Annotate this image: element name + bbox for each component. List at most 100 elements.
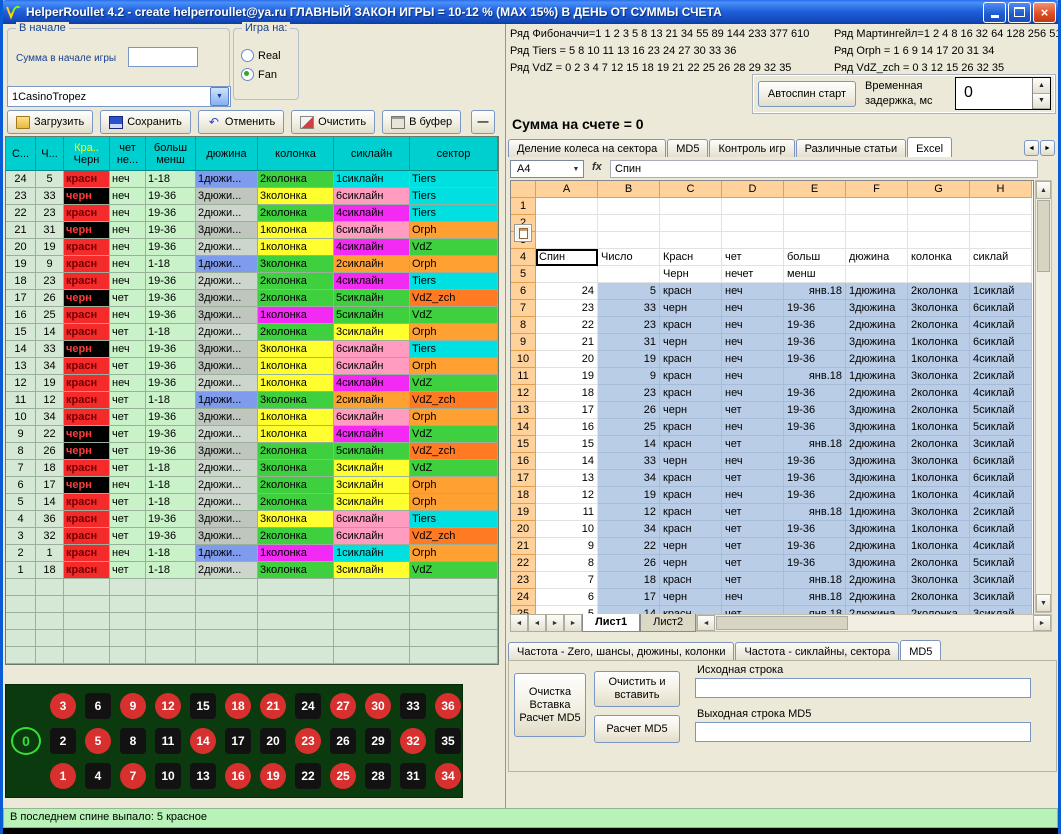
excel-cell-E11[interactable]: янв.18	[784, 368, 846, 385]
wheel-number-9[interactable]: 9	[120, 693, 146, 719]
excel-row-header-4[interactable]: 4	[511, 249, 536, 266]
wheel-number-33[interactable]: 33	[400, 693, 426, 719]
excel-cell-C11[interactable]: красн	[660, 368, 722, 385]
excel-cell-H15[interactable]: 3сиклай	[970, 436, 1032, 453]
excel-cell-B22[interactable]: 26	[598, 555, 660, 572]
excel-cell-B18[interactable]: 19	[598, 487, 660, 504]
tab-scroll-left-icon[interactable]: ◄	[1024, 140, 1039, 156]
excel-cell-C23[interactable]: красн	[660, 572, 722, 589]
excel-col-header-H[interactable]: H	[970, 181, 1032, 198]
excel-cell-E5[interactable]: менш	[784, 266, 846, 283]
excel-cell-H2[interactable]	[970, 215, 1032, 232]
excel-vertical-scrollbar[interactable]: ▲ ▼	[1035, 180, 1052, 613]
excel-cell-F14[interactable]: 3дюжина	[846, 419, 908, 436]
excel-cell-F15[interactable]: 2дюжина	[846, 436, 908, 453]
excel-cell-A3[interactable]	[536, 232, 598, 249]
excel-cell-C9[interactable]: черн	[660, 334, 722, 351]
excel-cell-C20[interactable]: красн	[660, 521, 722, 538]
excel-cell-B8[interactable]: 23	[598, 317, 660, 334]
excel-cell-C13[interactable]: черн	[660, 402, 722, 419]
excel-cell-G20[interactable]: 1колонка	[908, 521, 970, 538]
main-tab-5[interactable]: Excel	[907, 137, 952, 157]
md5-clear-and-insert-button[interactable]: Очистить и вставить	[594, 671, 680, 707]
excel-cell-C18[interactable]: красн	[660, 487, 722, 504]
excel-cell-F10[interactable]: 2дюжина	[846, 351, 908, 368]
excel-cell-G11[interactable]: 3колонка	[908, 368, 970, 385]
bottom-tab-3[interactable]: MD5	[900, 640, 941, 660]
excel-cell-F5[interactable]	[846, 266, 908, 283]
excel-cell-H13[interactable]: 5сиклай	[970, 402, 1032, 419]
excel-cell-B23[interactable]: 18	[598, 572, 660, 589]
excel-cell-H5[interactable]	[970, 266, 1032, 283]
excel-cell-E7[interactable]: 19-36	[784, 300, 846, 317]
excel-row-header-8[interactable]: 8	[511, 317, 536, 334]
excel-cell-B13[interactable]: 26	[598, 402, 660, 419]
excel-horizontal-scrollbar[interactable]: ◄ ►	[696, 614, 1052, 632]
excel-cell-E13[interactable]: 19-36	[784, 402, 846, 419]
excel-cell-F17[interactable]: 3дюжина	[846, 470, 908, 487]
excel-cell-H24[interactable]: 3сиклай	[970, 589, 1032, 606]
wheel-number-14[interactable]: 14	[190, 728, 216, 754]
excel-cell-C19[interactable]: красн	[660, 504, 722, 521]
excel-cell-B10[interactable]: 19	[598, 351, 660, 368]
excel-cell-D1[interactable]	[722, 198, 784, 215]
horizontal-scroll-track[interactable]	[849, 615, 1033, 631]
wheel-number-8[interactable]: 8	[120, 728, 146, 754]
cell-name-box[interactable]: A4 ▼	[510, 160, 584, 178]
excel-row-header-24[interactable]: 24	[511, 589, 536, 606]
excel-cell-H16[interactable]: 6сиклай	[970, 453, 1032, 470]
excel-cell-G1[interactable]	[908, 198, 970, 215]
excel-cell-D15[interactable]: чет	[722, 436, 784, 453]
excel-cell-E16[interactable]: 19-36	[784, 453, 846, 470]
excel-cell-B21[interactable]: 22	[598, 538, 660, 555]
excel-cell-H20[interactable]: 6сиклай	[970, 521, 1032, 538]
excel-cell-C14[interactable]: красн	[660, 419, 722, 436]
excel-cell-B3[interactable]	[598, 232, 660, 249]
excel-row-header-19[interactable]: 19	[511, 504, 536, 521]
wheel-number-7[interactable]: 7	[120, 763, 146, 789]
excel-cell-C8[interactable]: красн	[660, 317, 722, 334]
excel-cell-E14[interactable]: 19-36	[784, 419, 846, 436]
excel-cell-G7[interactable]: 3колонка	[908, 300, 970, 317]
excel-cell-A22[interactable]: 8	[536, 555, 598, 572]
tab-scroll-right-icon[interactable]: ►	[1040, 140, 1055, 156]
toolbar-button-clear[interactable]: Очистить	[291, 110, 375, 134]
excel-cell-D5[interactable]: нечет	[722, 266, 784, 283]
wheel-number-16[interactable]: 16	[225, 763, 251, 789]
excel-cell-F8[interactable]: 2дюжина	[846, 317, 908, 334]
excel-row-header-17[interactable]: 17	[511, 470, 536, 487]
excel-cell-C16[interactable]: черн	[660, 453, 722, 470]
excel-cell-F1[interactable]	[846, 198, 908, 215]
maximize-button[interactable]	[1008, 2, 1031, 23]
excel-cell-F12[interactable]: 2дюжина	[846, 385, 908, 402]
excel-cell-C5[interactable]: Черн	[660, 266, 722, 283]
wheel-number-4[interactable]: 4	[85, 763, 111, 789]
wheel-number-1[interactable]: 1	[50, 763, 76, 789]
excel-cell-H17[interactable]: 6сиклай	[970, 470, 1032, 487]
excel-cell-H23[interactable]: 3сиклай	[970, 572, 1032, 589]
excel-row-header-18[interactable]: 18	[511, 487, 536, 504]
excel-cell-G2[interactable]	[908, 215, 970, 232]
excel-col-header-F[interactable]: F	[846, 181, 908, 198]
wheel-number-2[interactable]: 2	[50, 728, 76, 754]
close-button[interactable]: ×	[1033, 2, 1056, 23]
excel-cell-B5[interactable]	[598, 266, 660, 283]
excel-cell-C17[interactable]: красн	[660, 470, 722, 487]
excel-cell-A9[interactable]: 21	[536, 334, 598, 351]
excel-col-header-E[interactable]: E	[784, 181, 846, 198]
excel-cell-B19[interactable]: 12	[598, 504, 660, 521]
excel-cell-E21[interactable]: 19-36	[784, 538, 846, 555]
excel-cell-H21[interactable]: 4сиклай	[970, 538, 1032, 555]
excel-cell-E23[interactable]: янв.18	[784, 572, 846, 589]
excel-cell-D11[interactable]: неч	[722, 368, 784, 385]
chevron-down-icon[interactable]: ▼	[210, 87, 229, 106]
vertical-scroll-track[interactable]	[1036, 273, 1051, 594]
wheel-number-23[interactable]: 23	[295, 728, 321, 754]
start-sum-input[interactable]	[128, 47, 198, 67]
excel-cell-E17[interactable]: 19-36	[784, 470, 846, 487]
excel-cell-G22[interactable]: 2колонка	[908, 555, 970, 572]
excel-cell-A5[interactable]	[536, 266, 598, 283]
excel-row-header-12[interactable]: 12	[511, 385, 536, 402]
excel-cell-B2[interactable]	[598, 215, 660, 232]
excel-cell-H18[interactable]: 4сиклай	[970, 487, 1032, 504]
